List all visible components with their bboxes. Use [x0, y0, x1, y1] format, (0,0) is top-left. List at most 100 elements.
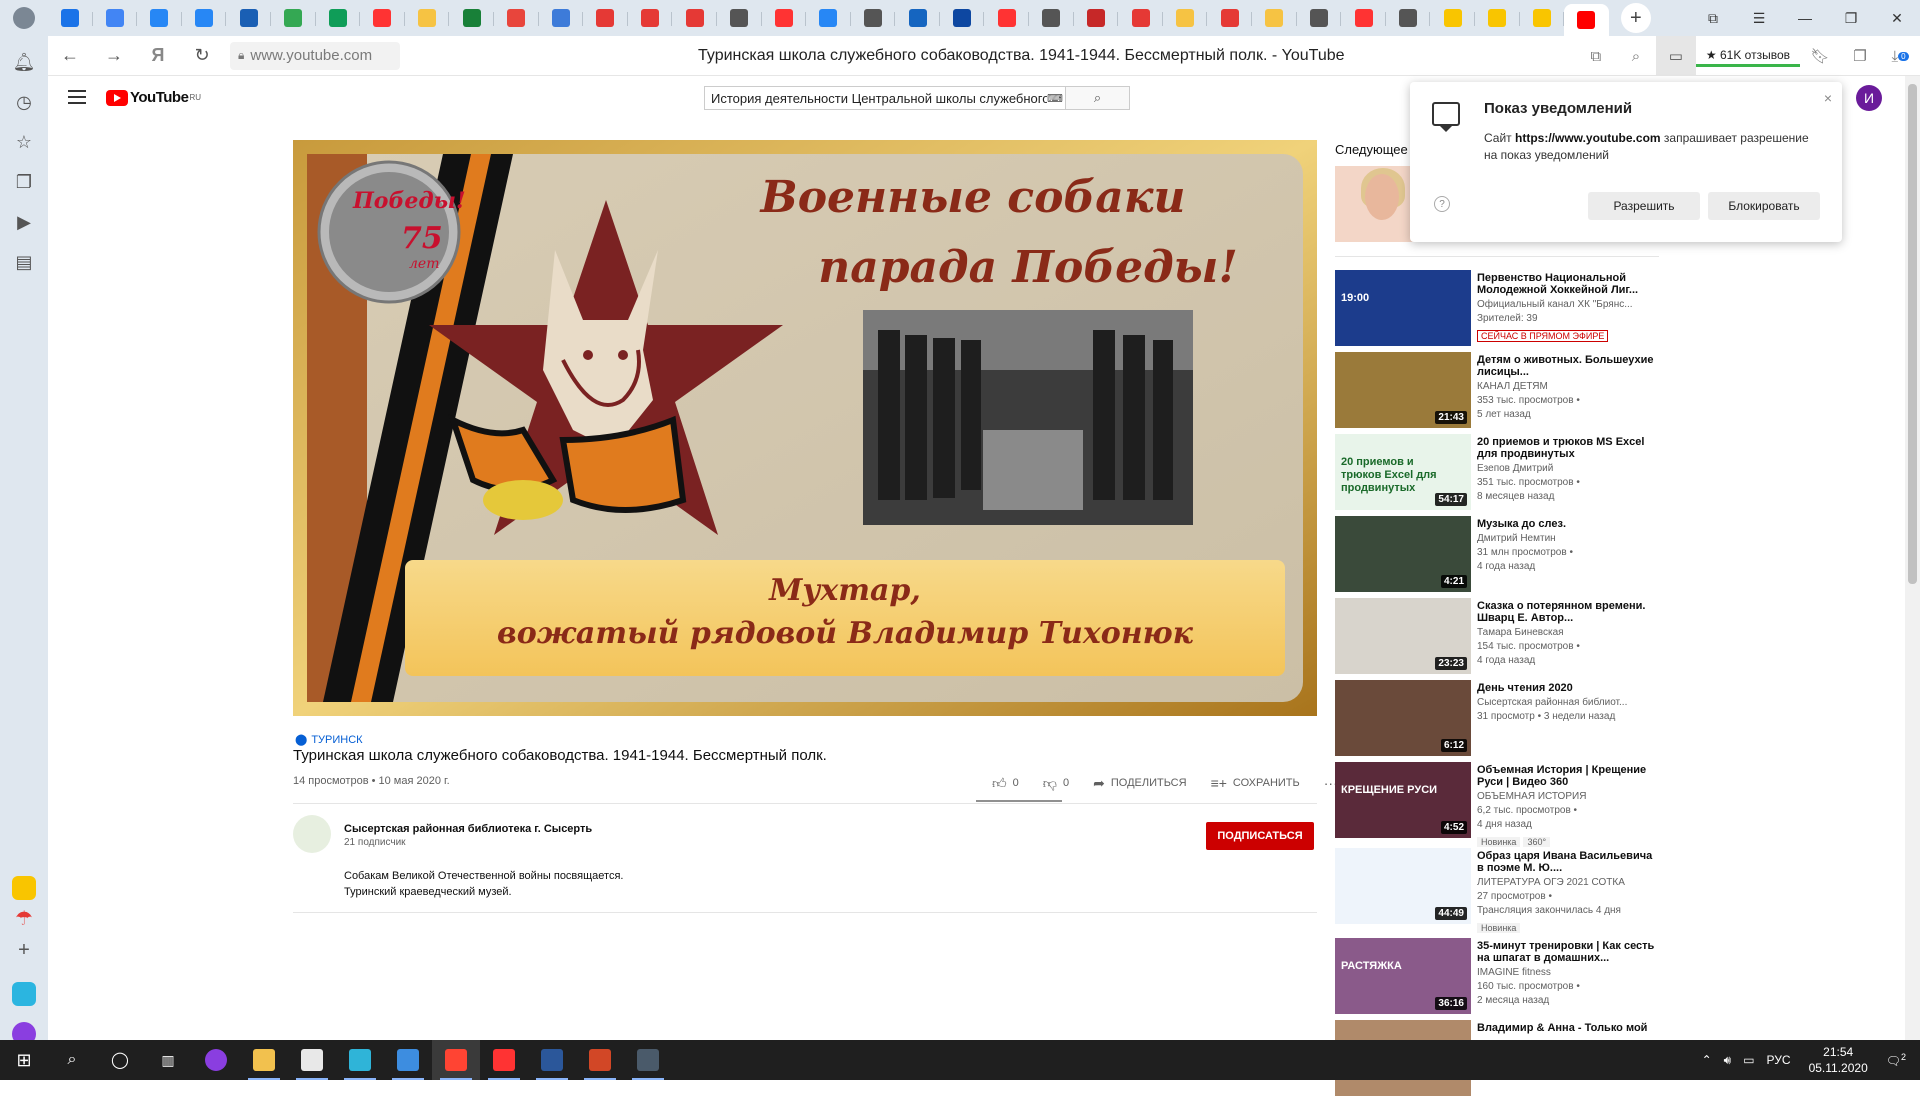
browser-tab[interactable]: [1297, 4, 1342, 32]
recommendation-item[interactable]: 20 приемов и трюков Excel для продвинуты…: [1335, 434, 1659, 510]
recommendation-item[interactable]: 21:43 Детям о животных. Большеухие лисицы…: [1335, 352, 1659, 428]
yandex-home-icon[interactable]: Я: [136, 36, 180, 76]
notifications-bell-icon[interactable]: 🔔︎: [0, 42, 48, 82]
taskbar-app[interactable]: [288, 1040, 336, 1080]
scrollbar-thumb[interactable]: [1908, 84, 1917, 584]
notification-permission-icon[interactable]: ▭: [1655, 36, 1696, 76]
recommendation-title[interactable]: Музыка до слез.: [1477, 518, 1659, 530]
recommendation-title[interactable]: Сказка о потерянном времени. Шварц Е. Ав…: [1477, 600, 1659, 624]
browser-tab[interactable]: [806, 4, 851, 32]
recommendation-channel[interactable]: Езепов Дмитрий: [1477, 462, 1659, 476]
video-player[interactable]: Победы! 75 лет Военные собаки парада Поб…: [293, 140, 1317, 716]
recommendation-title[interactable]: 20 приемов и трюков MS Excel для продвин…: [1477, 436, 1659, 460]
browser-tab[interactable]: [1341, 4, 1386, 32]
recommendation-channel[interactable]: ЛИТЕРАТУРА ОГЭ 2021 СОТКА: [1477, 876, 1659, 890]
browser-tab[interactable]: [583, 4, 628, 32]
browser-tab[interactable]: [1207, 4, 1253, 32]
taskbar-app[interactable]: [576, 1040, 624, 1080]
collections-icon[interactable]: ❐: [0, 162, 48, 202]
channel-name[interactable]: Сысертская районная библиотека г. Сысерт…: [344, 823, 592, 835]
user-avatar[interactable]: И: [1856, 85, 1882, 111]
taskbar-app[interactable]: [624, 1040, 672, 1080]
clock[interactable]: 21:54 05.11.2020: [1797, 1044, 1880, 1076]
recommendation-channel[interactable]: ОБЪЕМНАЯ ИСТОРИЯ: [1477, 790, 1659, 804]
recommendation-item[interactable]: 23:23 Сказка о потерянном времени. Шварц …: [1335, 598, 1659, 674]
taskbar-app[interactable]: [480, 1040, 528, 1080]
menu-icon[interactable]: ☰: [1736, 0, 1782, 36]
browser-tab[interactable]: [449, 4, 494, 32]
allow-button[interactable]: Разрешить: [1588, 192, 1700, 220]
recommendation-title[interactable]: Объемная История | Крещение Руси | Видео…: [1477, 764, 1659, 788]
taskbar-app[interactable]: [432, 1040, 480, 1080]
recommendation-item[interactable]: 44:49 Образ царя Ивана Васильевича в поэм…: [1335, 848, 1659, 933]
page-scrollbar[interactable]: [1905, 76, 1920, 1040]
action-center-icon[interactable]: 🗨︎2: [1880, 1052, 1920, 1068]
close-window-button[interactable]: ✕: [1874, 0, 1920, 36]
youtube-logo[interactable]: YouTube RU: [106, 89, 201, 106]
recommendation-title[interactable]: Образ царя Ивана Васильевича в поэме М. …: [1477, 850, 1659, 874]
taskbar-app[interactable]: [384, 1040, 432, 1080]
bookmarks-star-icon[interactable]: ☆: [0, 122, 48, 162]
search-button[interactable]: ⌕: [48, 1040, 96, 1080]
keyboard-icon[interactable]: ⌨: [1047, 87, 1065, 109]
minimize-button[interactable]: —: [1782, 0, 1828, 36]
save-button[interactable]: ≡+ СОХРАНИТЬ: [1199, 773, 1312, 793]
browser-tab[interactable]: [1520, 4, 1565, 32]
browser-tab[interactable]: [137, 4, 182, 32]
recommendation-channel[interactable]: КАНАЛ ДЕТЯМ: [1477, 380, 1659, 394]
browser-tab[interactable]: [271, 4, 316, 32]
browser-tab[interactable]: [316, 4, 361, 32]
recommendation-item[interactable]: 19:00 Первенство Национальной Молодежной …: [1335, 270, 1659, 346]
copy-link-icon[interactable]: ⧉: [1576, 36, 1616, 76]
keyboard-layout[interactable]: РУС: [1761, 1053, 1797, 1067]
recommendation-item[interactable]: РАСТЯЖКА 36:16 35-минут тренировки | Как с…: [1335, 938, 1659, 1014]
video-location[interactable]: ⬤ ТУРИНСК: [295, 733, 363, 747]
downloads-icon[interactable]: ⤓ 0: [1880, 36, 1920, 76]
browser-tab[interactable]: [895, 4, 940, 32]
new-tab-button[interactable]: +: [1620, 3, 1651, 33]
taskbar-app[interactable]: [336, 1040, 384, 1080]
add-panel-icon[interactable]: +: [0, 932, 48, 968]
browser-tab[interactable]: [494, 4, 539, 32]
recommendation-channel[interactable]: IMAGINE fitness: [1477, 966, 1659, 980]
video-play-icon[interactable]: ▶: [0, 202, 48, 242]
search-input[interactable]: История деятельности Центральной школы с…: [705, 87, 1047, 109]
recommendation-thumbnail[interactable]: 6:12: [1335, 680, 1471, 756]
recommendation-channel[interactable]: Официальный канал ХК "Брянс...: [1477, 298, 1659, 312]
alice-taskbar-button[interactable]: [192, 1040, 240, 1080]
notes-icon[interactable]: ▤: [0, 242, 48, 282]
browser-tab[interactable]: [1564, 4, 1609, 36]
browser-tab[interactable]: [1118, 4, 1163, 32]
block-button[interactable]: Блокировать: [1708, 192, 1820, 220]
browser-tab[interactable]: [717, 4, 762, 32]
browser-tab[interactable]: [1163, 4, 1208, 32]
recommendation-thumbnail[interactable]: 4:21: [1335, 516, 1471, 592]
forward-button[interactable]: →: [92, 36, 136, 76]
recommendation-channel[interactable]: Тамара Биневская: [1477, 626, 1659, 640]
channel-avatar[interactable]: [293, 815, 331, 853]
browser-tab[interactable]: [1386, 4, 1431, 32]
bookmark-icon[interactable]: 🔖︎: [1800, 36, 1840, 76]
up-next-thumbnail[interactable]: [1335, 166, 1415, 242]
taskbar-app[interactable]: [240, 1040, 288, 1080]
task-view-button[interactable]: ▥: [144, 1040, 192, 1080]
lock-icon[interactable]: 🔒︎: [238, 48, 244, 63]
umbrella-icon[interactable]: ☂: [0, 900, 48, 936]
reload-button[interactable]: ↻: [180, 36, 224, 76]
browser-tab[interactable]: [48, 4, 93, 32]
subscribe-button[interactable]: ПОДПИСАТЬСЯ: [1206, 822, 1314, 850]
like-button[interactable]: 👍︎ 0: [980, 773, 1031, 793]
browser-tab[interactable]: [1074, 4, 1119, 32]
share-button[interactable]: ➦ ПОДЕЛИТЬСЯ: [1081, 773, 1198, 793]
dislike-button[interactable]: 👎︎ 0: [1031, 773, 1081, 793]
recommendation-thumbnail[interactable]: КРЕЩЕНИЕ РУСИ 4:52: [1335, 762, 1471, 838]
recommendation-title[interactable]: Владимир & Анна - Только мой: [1477, 1022, 1659, 1034]
cortana-button[interactable]: ◯: [96, 1040, 144, 1080]
browser-tab[interactable]: [360, 4, 405, 32]
recommendation-channel[interactable]: Дмитрий Немтин: [1477, 532, 1659, 546]
browser-tab[interactable]: [762, 4, 807, 32]
recommendation-thumbnail[interactable]: РАСТЯЖКА 36:16: [1335, 938, 1471, 1014]
tray-chevron-icon[interactable]: ⌃: [1696, 1053, 1718, 1067]
recommendation-title[interactable]: День чтения 2020: [1477, 682, 1659, 694]
recommendation-item[interactable]: КРЕЩЕНИЕ РУСИ 4:52 Объемная История | Крещ…: [1335, 762, 1659, 847]
